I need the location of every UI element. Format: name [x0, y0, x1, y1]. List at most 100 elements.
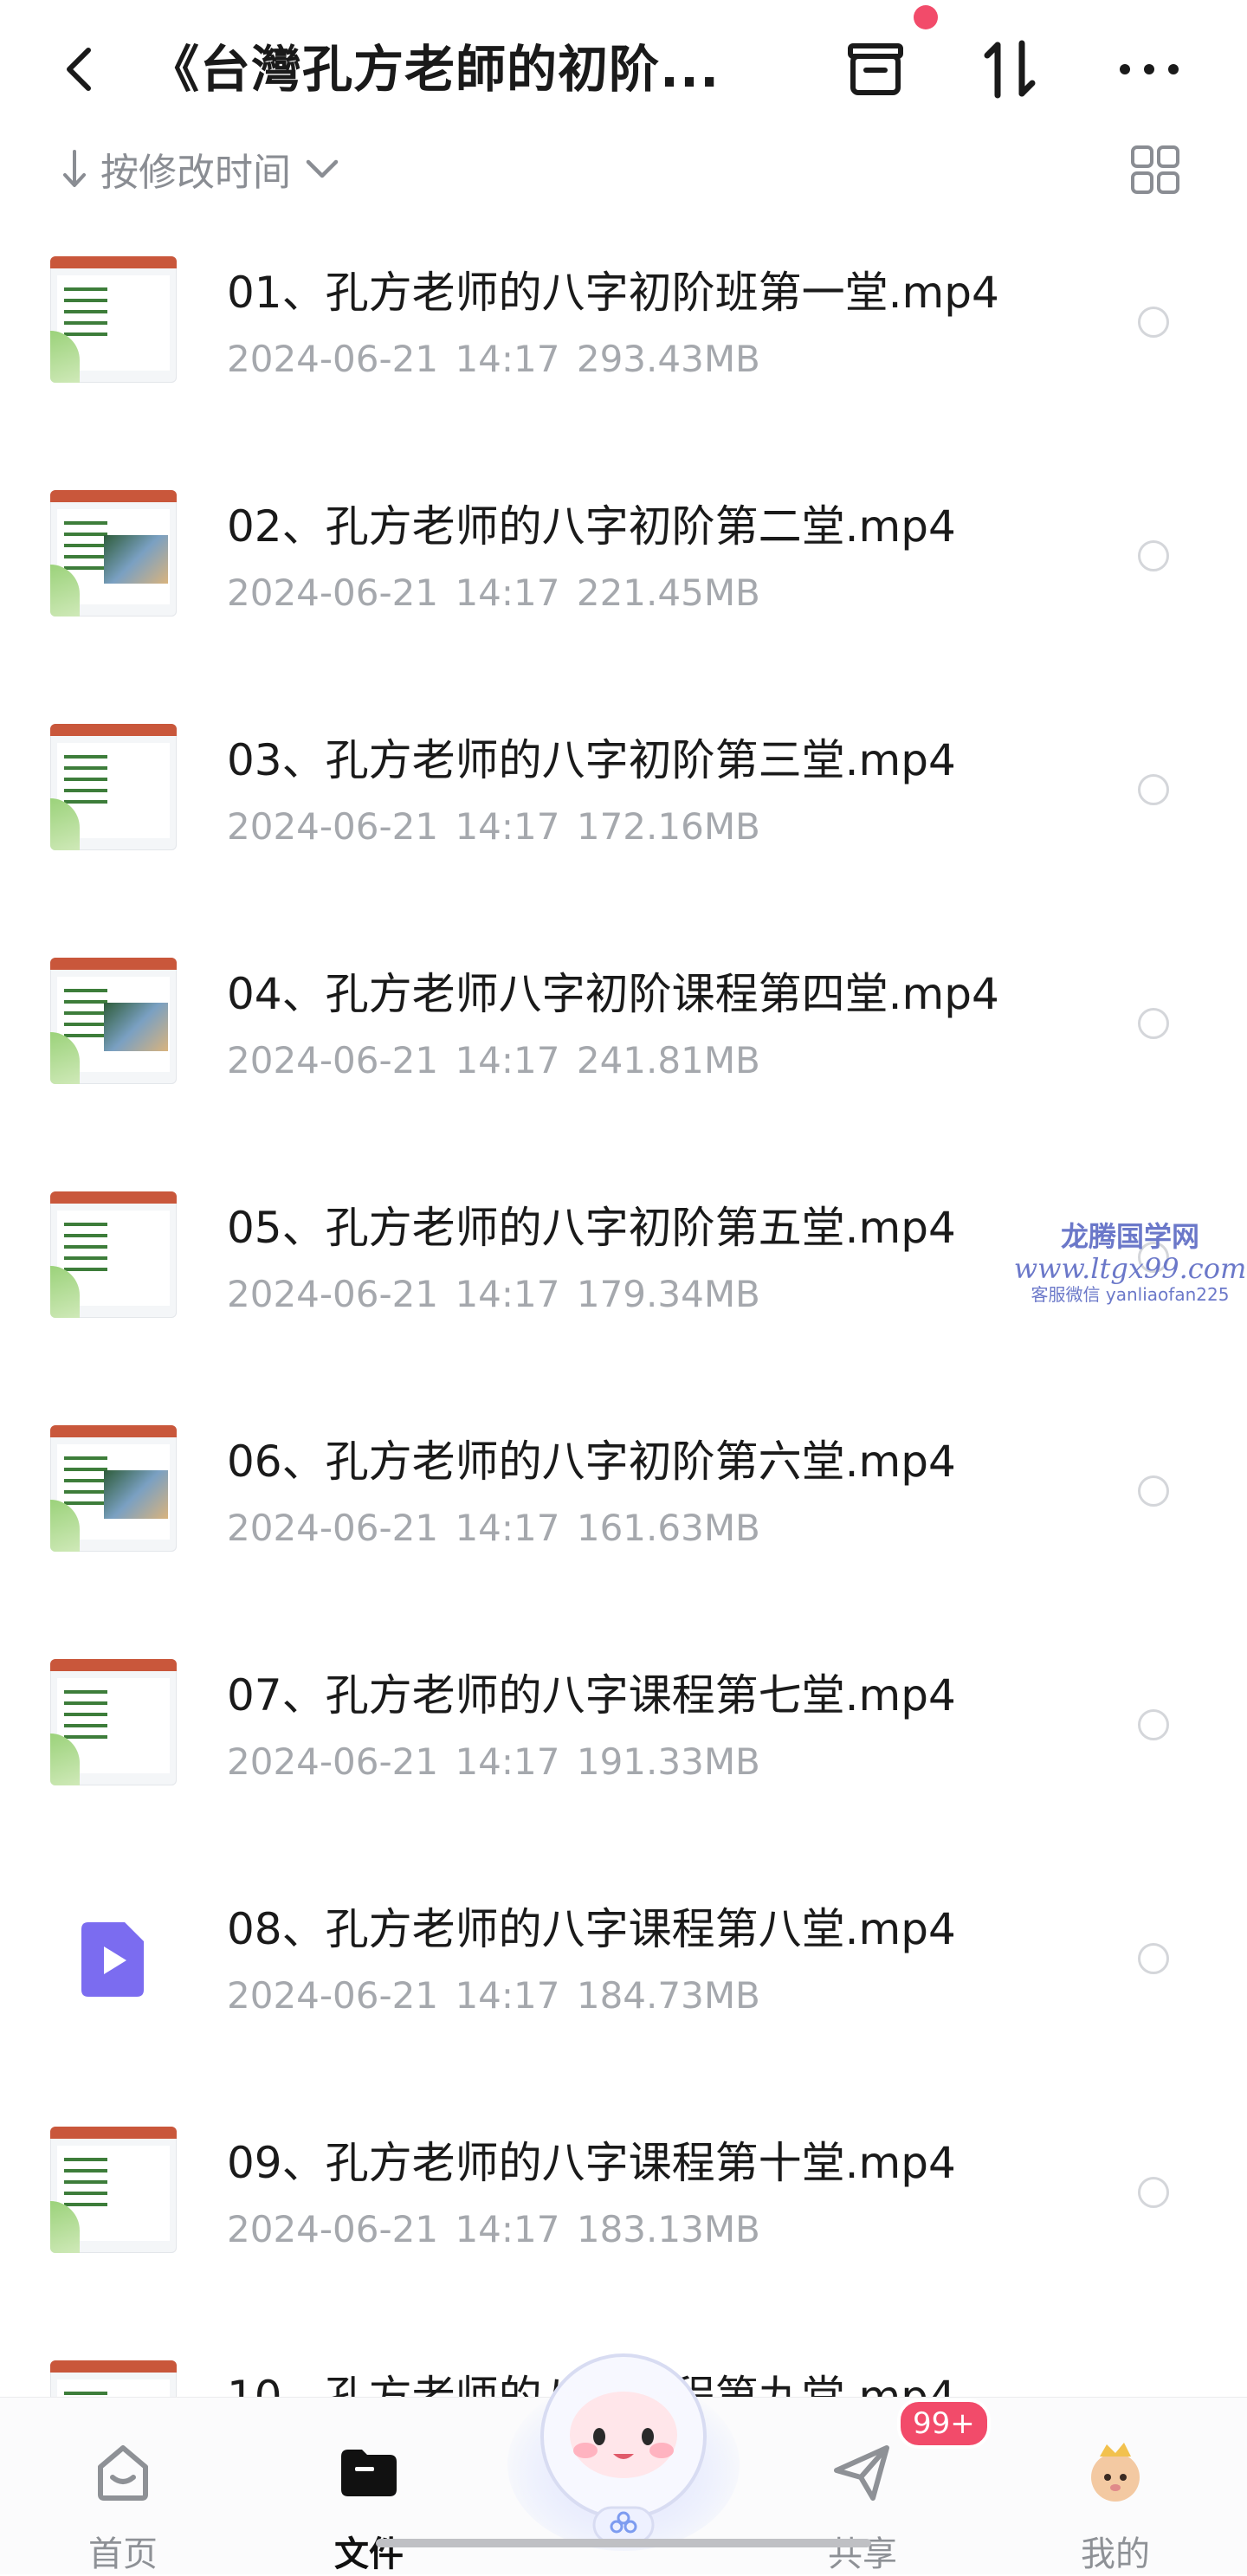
- file-date: 2024-06-21: [227, 1039, 439, 1081]
- page-title: 《台灣孔方老師的初阶...: [149, 40, 720, 99]
- file-size: 221.45MB: [576, 571, 760, 614]
- select-radio[interactable]: [1138, 540, 1169, 571]
- video-thumbnail: [50, 724, 177, 850]
- video-thumbnail: [50, 958, 177, 1084]
- tab-profile-label: 我的: [1081, 2534, 1150, 2574]
- file-row[interactable]: 06、孔方老师的八字初阶第六堂.mp4 2024-06-21 14:17 161.…: [0, 1385, 1247, 1607]
- share-count-badge: 99+: [897, 2398, 991, 2449]
- chevron-down-icon: [306, 159, 339, 178]
- file-time: 14:17: [455, 338, 560, 380]
- file-size: 184.73MB: [576, 1974, 760, 2017]
- file-date: 2024-06-21: [227, 1740, 439, 1783]
- file-size: 183.13MB: [576, 2208, 760, 2250]
- file-name: 05、孔方老师的八字初阶第五堂.mp4: [227, 1203, 956, 1253]
- video-thumbnail: [50, 256, 177, 383]
- file-meta: 2024-06-21 14:17 183.13MB: [227, 2206, 760, 2253]
- watermark: 龙腾国学网 www.ltgx99.com 客服微信 yanliaofan225: [1013, 1221, 1247, 1305]
- file-row[interactable]: 08、孔方老师的八字课程第八堂.mp4 2024-06-21 14:17 184.…: [0, 1853, 1247, 2075]
- send-icon: [834, 2445, 889, 2501]
- file-name: 02、孔方老师的八字初阶第二堂.mp4: [227, 501, 956, 552]
- file-row[interactable]: 01、孔方老师的八字初阶班第一堂.mp4 2024-06-21 14:17 293…: [0, 216, 1247, 438]
- video-thumbnail: [50, 2127, 177, 2253]
- file-row[interactable]: 07、孔方老师的八字课程第七堂.mp4 2024-06-21 14:17 191.…: [0, 1619, 1247, 1841]
- back-icon: [67, 48, 91, 91]
- file-date: 2024-06-21: [227, 805, 439, 848]
- select-radio[interactable]: [1138, 2177, 1169, 2208]
- top-bar: 《台灣孔方老師的初阶...: [0, 0, 1247, 139]
- file-time: 14:17: [455, 1273, 560, 1315]
- file-meta: 2024-06-21 14:17 241.81MB: [227, 1037, 760, 1084]
- file-name: 07、孔方老师的八字课程第七堂.mp4: [227, 1670, 956, 1721]
- file-meta: 2024-06-21 14:17 161.63MB: [227, 1505, 760, 1552]
- file-meta: 2024-06-21 14:17 184.73MB: [227, 1972, 760, 2019]
- file-time: 14:17: [455, 2208, 560, 2250]
- select-radio[interactable]: [1138, 1008, 1169, 1039]
- file-name: 04、孔方老师八字初阶课程第四堂.mp4: [227, 969, 999, 1019]
- select-radio[interactable]: [1138, 1709, 1169, 1740]
- select-radio[interactable]: [1138, 774, 1169, 805]
- home-indicator: [376, 2539, 871, 2547]
- file-size: 179.34MB: [576, 1273, 760, 1315]
- file-date: 2024-06-21: [227, 571, 439, 614]
- file-name: 03、孔方老师的八字初阶第三堂.mp4: [227, 735, 956, 785]
- video-thumbnail: [50, 1659, 177, 1785]
- file-name: 06、孔方老师的八字初阶第六堂.mp4: [227, 1436, 956, 1487]
- more-button[interactable]: [1110, 35, 1188, 104]
- file-row[interactable]: 02、孔方老师的八字初阶第二堂.mp4 2024-06-21 14:17 221.…: [0, 450, 1247, 672]
- file-meta: 2024-06-21 14:17 221.45MB: [227, 570, 760, 617]
- astronaut-mascot-icon: [507, 2353, 740, 2551]
- file-time: 14:17: [455, 1974, 560, 2017]
- file-name: 08、孔方老师的八字课程第八堂.mp4: [227, 1904, 956, 1954]
- watermark-line3: 客服微信 yanliaofan225: [1031, 1283, 1230, 1305]
- file-row[interactable]: 04、孔方老师八字初阶课程第四堂.mp4 2024-06-21 14:17 241…: [0, 918, 1247, 1140]
- file-date: 2024-06-21: [227, 1974, 439, 2017]
- file-meta: 2024-06-21 14:17 191.33MB: [227, 1739, 760, 1785]
- profile-avatar-icon: [1091, 2443, 1140, 2502]
- file-time: 14:17: [455, 1507, 560, 1549]
- select-radio[interactable]: [1138, 1475, 1169, 1507]
- file-date: 2024-06-21: [227, 1507, 439, 1549]
- file-meta: 2024-06-21 14:17 179.34MB: [227, 1271, 760, 1318]
- tab-share-label: 共享: [828, 2534, 897, 2574]
- tab-home[interactable]: 首页: [54, 2424, 192, 2574]
- sort-label: 按修改时间: [100, 151, 291, 195]
- file-size: 172.16MB: [576, 805, 760, 848]
- grid-view-button[interactable]: [1127, 142, 1183, 197]
- file-meta: 2024-06-21 14:17 172.16MB: [227, 804, 760, 850]
- sort-button[interactable]: [972, 35, 1050, 104]
- grid-view-icon: [1131, 145, 1179, 194]
- file-row[interactable]: 03、孔方老师的八字初阶第三堂.mp4 2024-06-21 14:17 172.…: [0, 684, 1247, 906]
- tab-profile[interactable]: 我的: [1046, 2424, 1185, 2574]
- sort-icon: [984, 40, 1036, 99]
- video-thumbnail: [50, 1191, 177, 1318]
- tab-home-label: 首页: [88, 2534, 158, 2574]
- file-size: 293.43MB: [576, 338, 760, 380]
- select-radio[interactable]: [1138, 1943, 1169, 1974]
- file-size: 241.81MB: [576, 1039, 760, 1081]
- watermark-line1: 龙腾国学网: [1060, 1220, 1199, 1253]
- notification-dot: [914, 5, 938, 29]
- arrow-down-icon: [63, 150, 86, 187]
- video-file-icon: [50, 1893, 177, 2019]
- file-time: 14:17: [455, 805, 560, 848]
- watermark-line2: www.ltgx99.com: [1013, 1251, 1247, 1285]
- file-time: 14:17: [455, 1039, 560, 1081]
- home-icon: [98, 2445, 148, 2501]
- file-row[interactable]: 09、孔方老师的八字课程第十堂.mp4 2024-06-21 14:17 183.…: [0, 2087, 1247, 2308]
- video-thumbnail: [50, 490, 177, 617]
- tab-files-label: 文件: [334, 2534, 404, 2574]
- file-name: 09、孔方老师的八字课程第十堂.mp4: [227, 2138, 956, 2188]
- more-icon: [1120, 64, 1179, 74]
- archive-button[interactable]: [837, 35, 914, 104]
- file-time: 14:17: [455, 1740, 560, 1783]
- folder-icon: [341, 2450, 397, 2496]
- back-button[interactable]: [54, 36, 106, 102]
- file-size: 191.33MB: [576, 1740, 760, 1783]
- file-name: 01、孔方老师的八字初阶班第一堂.mp4: [227, 268, 999, 318]
- video-thumbnail: [50, 1425, 177, 1552]
- mascot-assistant-button[interactable]: [506, 2334, 741, 2551]
- file-date: 2024-06-21: [227, 338, 439, 380]
- file-time: 14:17: [455, 571, 560, 614]
- sort-selector[interactable]: 按修改时间: [61, 139, 341, 199]
- select-radio[interactable]: [1138, 307, 1169, 338]
